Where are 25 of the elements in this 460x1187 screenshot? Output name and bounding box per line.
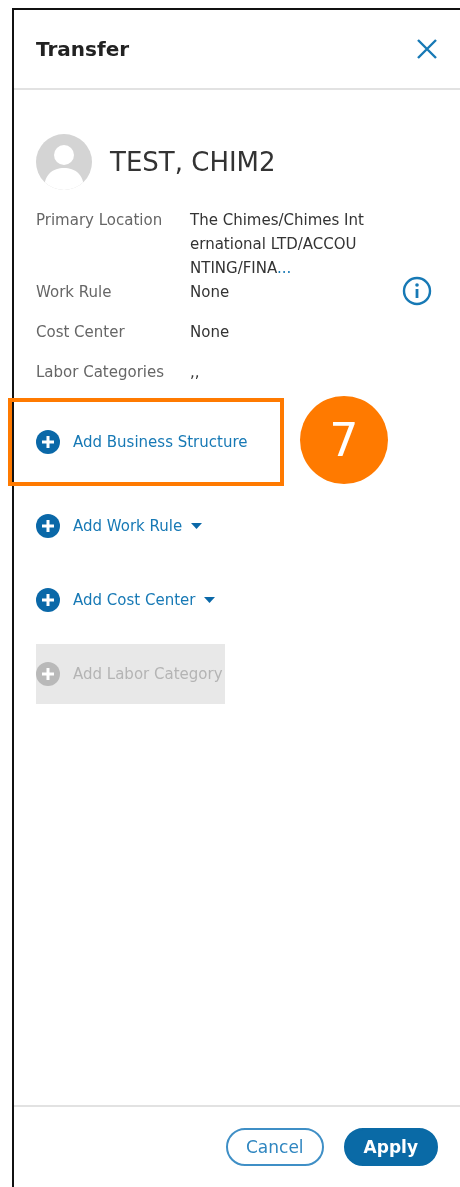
- caret-icon: [204, 597, 216, 603]
- add-link[interactable]: Add Business Structure: [36, 412, 248, 472]
- detail-value: None: [190, 282, 230, 303]
- detail-label: Work Rule: [36, 282, 113, 303]
- plus-icon: [36, 514, 60, 538]
- step-badge: 7: [300, 396, 388, 484]
- panel-title: Transfer: [36, 37, 130, 61]
- add-link[interactable]: Add Work Rule: [36, 496, 203, 556]
- cancel-button[interactable]: Cancel: [226, 1128, 324, 1166]
- info-icon[interactable]: [402, 276, 432, 306]
- detail-label: Cost Center: [36, 322, 126, 343]
- apply-button[interactable]: Apply: [343, 1128, 438, 1166]
- detail-value: ,,: [190, 362, 200, 383]
- avatar-icon: [36, 134, 92, 190]
- plus-icon: [36, 430, 60, 454]
- detail-value: None: [190, 322, 230, 343]
- detail-value: The Chimes/Chimes Int ernational LTD/ACCOU NTING/FINA...: [190, 210, 364, 279]
- detail-label: Labor Categories: [36, 362, 166, 383]
- plus-icon: [36, 588, 60, 612]
- detail-label: Primary Location: [36, 210, 164, 231]
- add-link[interactable]: Add Cost Center: [36, 570, 216, 630]
- employee-name: TEST, CHIM2: [110, 147, 276, 177]
- caret-icon: [191, 523, 203, 529]
- plus-icon: [36, 662, 60, 686]
- close-icon: [416, 38, 438, 60]
